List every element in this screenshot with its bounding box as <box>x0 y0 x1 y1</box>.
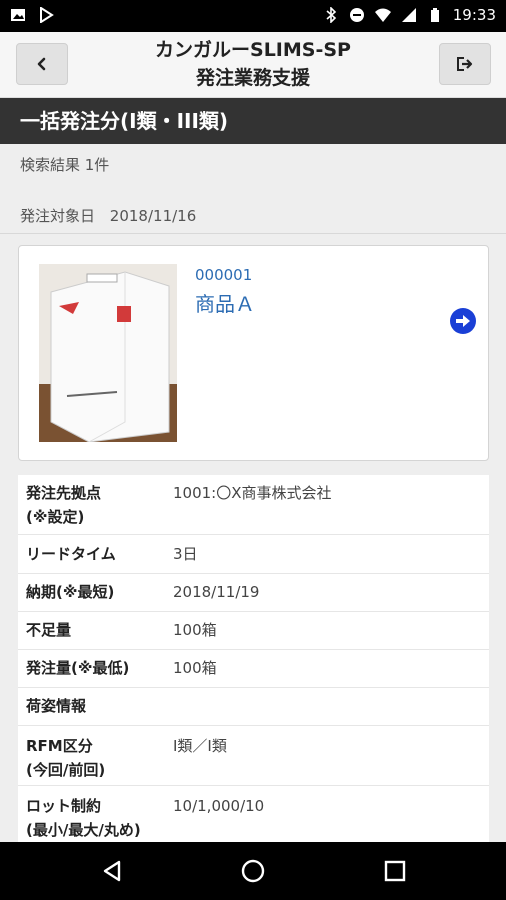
product-card[interactable]: 000001 商品Ａ <box>18 245 489 461</box>
title-line-2: 発注業務支援 <box>195 67 310 89</box>
arrow-right-circle-icon[interactable] <box>449 307 477 335</box>
title-line-1: カンガルーSLIMS-SP <box>155 39 351 61</box>
section-title: 一括発注分(I類・III類) <box>0 98 506 144</box>
logout-button[interactable] <box>439 43 491 85</box>
detail-value: 2018/11/19 <box>173 583 260 601</box>
detail-value: I類／I類 <box>173 737 227 755</box>
bluetooth-icon <box>326 7 336 23</box>
detail-value: 100箱 <box>173 621 217 639</box>
detail-label: 発注先拠点 (※設定) <box>26 484 102 526</box>
app-header: カンガルーSLIMS-SP 発注業務支援 <box>0 32 506 98</box>
back-button[interactable] <box>16 43 68 85</box>
detail-label: 不足量 <box>26 621 72 639</box>
detail-label: リードタイム <box>26 545 116 563</box>
order-date-value: 2018/11/16 <box>109 207 197 225</box>
search-result-count: 検索結果 1件 <box>20 156 110 174</box>
detail-row-supplier: 発注先拠点 (※設定) 1001:〇X商事株式会社 <box>18 475 489 535</box>
image-icon <box>11 9 25 21</box>
chevron-left-icon <box>37 57 46 71</box>
signal-icon <box>401 8 416 22</box>
detail-label: 発注量(※最低) <box>26 659 130 677</box>
detail-label: RFM区分 (今回/前回) <box>26 737 106 779</box>
do-not-disturb-icon <box>349 8 364 22</box>
battery-icon <box>430 8 439 22</box>
clock: 19:33 <box>452 6 496 24</box>
detail-row-shortage: 不足量 100箱 <box>18 612 489 650</box>
detail-row-lead-time: リードタイム 3日 <box>18 535 489 574</box>
detail-row-order-qty: 発注量(※最低) 100箱 <box>18 650 489 688</box>
detail-value: 1001:〇X商事株式会社 <box>173 484 332 502</box>
back-nav-icon[interactable] <box>100 859 124 883</box>
detail-value: 3日 <box>173 545 198 563</box>
play-store-icon <box>40 7 54 23</box>
detail-row-lot: ロット制約 (最小/最大/丸め) 10/1,000/10 <box>18 786 489 842</box>
product-name[interactable]: 商品Ａ <box>195 288 255 317</box>
detail-label: ロット制約 (最小/最大/丸め) <box>26 797 141 839</box>
status-bar: 19:33 <box>0 0 506 32</box>
home-nav-icon[interactable] <box>241 859 265 883</box>
page-title: カンガルーSLIMS-SP 発注業務支援 <box>90 36 416 92</box>
detail-label: 納期(※最短) <box>26 583 115 601</box>
detail-row-rfm: RFM区分 (今回/前回) I類／I類 <box>18 726 489 786</box>
divider <box>0 233 506 234</box>
detail-value: 100箱 <box>173 659 217 677</box>
product-image <box>39 264 177 442</box>
wifi-icon <box>374 8 391 22</box>
system-nav-bar <box>0 842 506 900</box>
detail-label: 荷姿情報 <box>26 697 87 715</box>
detail-row-packaging: 荷姿情報 <box>18 688 489 726</box>
detail-table: 発注先拠点 (※設定) 1001:〇X商事株式会社 リードタイム 3日 納期(※… <box>18 475 489 842</box>
detail-row-delivery-date: 納期(※最短) 2018/11/19 <box>18 574 489 612</box>
product-code: 000001 <box>195 266 253 284</box>
recents-nav-icon[interactable] <box>384 860 406 882</box>
logout-icon <box>457 57 473 71</box>
order-date-label: 発注対象日 <box>20 207 96 225</box>
detail-value: 10/1,000/10 <box>173 797 265 815</box>
order-date-row: 発注対象日 2018/11/16 <box>20 205 196 226</box>
